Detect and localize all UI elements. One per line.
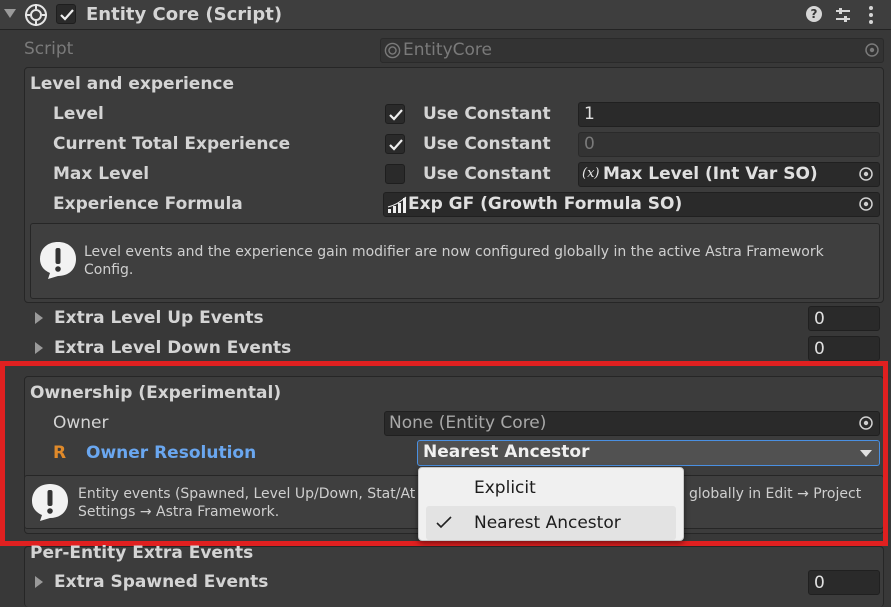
object-picker-icon[interactable] xyxy=(858,166,874,182)
use-constant-label: Use Constant xyxy=(423,104,551,124)
extra-level-up-count-value: 0 xyxy=(814,309,825,329)
use-constant-label: Use Constant xyxy=(423,134,551,154)
level-help-text: Level events and the experience gain mod… xyxy=(84,244,824,278)
experience-formula-label: Experience Formula xyxy=(53,194,243,214)
max-level-value: Max Level (Int Var SO) xyxy=(603,164,818,184)
component-title: Entity Core (Script) xyxy=(86,4,283,25)
menu-item-nearest-ancestor[interactable]: Nearest Ancestor xyxy=(474,515,621,532)
extra-level-down-events-foldout[interactable]: Extra Level Down Events xyxy=(54,340,291,357)
experience-use-constant-checkbox[interactable] xyxy=(385,134,405,154)
level-field[interactable] xyxy=(578,102,880,127)
experience-formula-value: Exp GF (Growth Formula SO) xyxy=(408,194,683,214)
menu-item-explicit[interactable]: Explicit xyxy=(474,480,536,497)
object-picker-icon[interactable] xyxy=(858,196,874,212)
section-title: Per-Entity Extra Events xyxy=(30,543,254,563)
enabled-checkbox[interactable] xyxy=(56,4,76,24)
script-value: EntityCore xyxy=(403,40,492,60)
help-icon[interactable]: ? xyxy=(806,6,822,22)
level-value: 1 xyxy=(584,104,595,124)
use-constant-label: Use Constant xyxy=(423,164,551,184)
extra-spawned-count-value: 0 xyxy=(814,573,825,593)
script-gear-icon xyxy=(24,3,48,27)
extra-level-down-count-value: 0 xyxy=(814,339,825,359)
section-title: Level and experience xyxy=(30,74,235,94)
extra-level-up-events-foldout[interactable]: Extra Level Up Events xyxy=(54,310,264,327)
extra-spawned-events-foldout[interactable]: Extra Spawned Events xyxy=(54,574,268,591)
checkmark-icon xyxy=(436,515,452,529)
info-icon xyxy=(38,240,78,280)
object-picker-icon xyxy=(864,42,880,58)
max-level-use-constant-checkbox[interactable] xyxy=(385,164,405,184)
level-label: Level xyxy=(53,104,104,124)
fold-arrow-icon[interactable] xyxy=(35,312,43,324)
experience-field xyxy=(578,132,880,157)
script-gear-icon xyxy=(384,42,401,59)
max-level-label: Max Level xyxy=(53,164,150,184)
kebab-icon[interactable] xyxy=(868,5,874,25)
experience-value: 0 xyxy=(584,134,595,154)
fold-arrow-icon[interactable] xyxy=(35,576,43,588)
growth-chart-icon xyxy=(387,196,407,214)
current-total-experience-label: Current Total Experience xyxy=(53,134,291,154)
presets-icon[interactable] xyxy=(834,6,852,24)
fold-arrow-icon[interactable] xyxy=(35,342,43,354)
level-use-constant-checkbox[interactable] xyxy=(385,104,405,124)
fx-icon: (x) xyxy=(582,166,600,181)
fold-arrow-icon[interactable] xyxy=(4,9,16,18)
script-label: Script xyxy=(24,39,74,59)
